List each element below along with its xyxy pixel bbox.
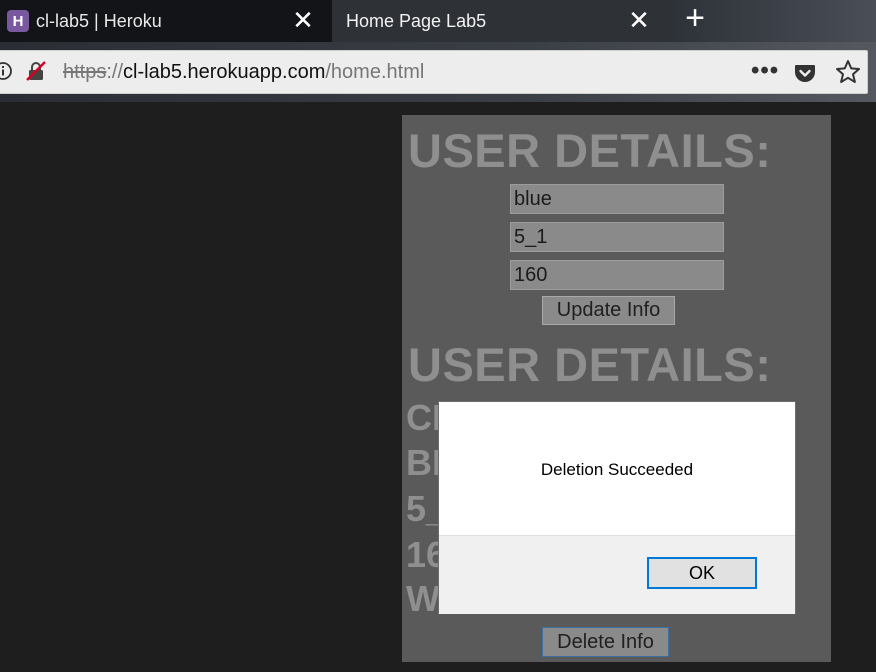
bookmark-star-icon[interactable] [835, 59, 861, 85]
address-bar[interactable]: https://cl-lab5.herokuapp.com/home.html … [0, 50, 868, 94]
update-info-button[interactable]: Update Info [542, 296, 675, 325]
url-path: /home.html [325, 61, 425, 83]
url-host: cl-lab5.herokuapp.com [123, 61, 326, 83]
more-actions-icon[interactable]: ••• [751, 59, 778, 83]
tab-strip: H cl-lab5 | Heroku ✕ Home Page Lab5 ✕ + [0, 0, 876, 42]
info-icon[interactable] [0, 61, 17, 81]
pocket-icon[interactable] [793, 61, 817, 85]
delete-info-button[interactable]: Delete Info [542, 627, 669, 657]
insecure-lock-icon[interactable] [25, 60, 47, 82]
heroku-favicon-icon: H [7, 10, 29, 32]
dialog-footer: OK [439, 535, 795, 614]
url-text[interactable]: https://cl-lab5.herokuapp.com/home.html [63, 61, 424, 84]
tab-heroku[interactable]: H cl-lab5 | Heroku ✕ [0, 0, 332, 42]
id-field[interactable]: 5_1 [510, 222, 724, 252]
detail-line: W [406, 578, 440, 619]
user-details-heading-2: USER DETAILS: [408, 338, 772, 391]
dialog-message: Deletion Succeeded [540, 460, 694, 479]
tab-title: cl-lab5 | Heroku [36, 10, 162, 31]
url-scheme: https [63, 61, 107, 83]
navigation-bar: https://cl-lab5.herokuapp.com/home.html … [0, 42, 876, 102]
close-tab-icon[interactable]: ✕ [626, 7, 652, 33]
tab-title: Home Page Lab5 [346, 10, 487, 31]
user-details-heading: USER DETAILS: [408, 124, 772, 177]
detail-line: BI [406, 442, 442, 483]
detail-line: CI [406, 397, 442, 438]
alert-dialog: Deletion Succeeded OK [438, 401, 796, 614]
close-tab-icon[interactable]: ✕ [290, 7, 316, 33]
new-tab-button[interactable]: + [680, 1, 710, 35]
color-field[interactable]: blue [510, 184, 724, 214]
number-field[interactable]: 160 [510, 260, 724, 290]
ok-button[interactable]: OK [647, 557, 757, 589]
tab-home-page[interactable]: Home Page Lab5 ✕ [332, 0, 668, 42]
url-separator: :// [106, 61, 124, 83]
